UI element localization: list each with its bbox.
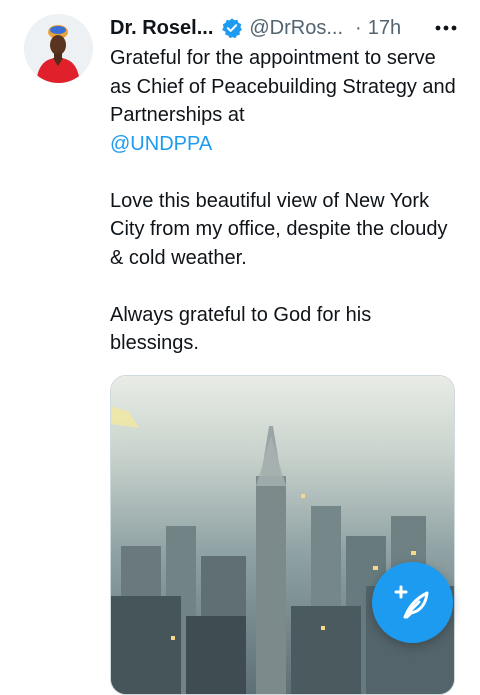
tweet-text: Grateful for the appointment to serve as…	[110, 44, 460, 358]
compose-tweet-button[interactable]	[372, 562, 453, 643]
tweet-media-photo[interactable]	[110, 375, 455, 695]
tweet-text-paragraph3: Always grateful to God for his blessings…	[110, 303, 372, 355]
tweet-text-line1: Grateful for the appointment to serve as…	[110, 47, 456, 126]
tweet-text-paragraph2: Love this beautiful view of New York Cit…	[110, 189, 448, 269]
tweet-header: Dr. Rosel... @DrRos... · 17h	[110, 14, 460, 42]
separator-dot: ·	[355, 16, 362, 39]
author-handle[interactable]: @DrRos...	[249, 17, 343, 40]
verified-badge-icon	[221, 17, 243, 39]
author-display-name[interactable]: Dr. Rosel...	[110, 17, 213, 40]
more-horizontal-icon[interactable]	[432, 18, 460, 38]
author-avatar[interactable]	[24, 14, 93, 83]
compose-tweet-icon	[394, 585, 428, 618]
avatar-photo	[24, 14, 93, 83]
mention-link[interactable]: @UNDPPA	[110, 133, 212, 155]
city-photo	[111, 376, 454, 694]
tweet-timestamp[interactable]: 17h	[368, 17, 401, 40]
